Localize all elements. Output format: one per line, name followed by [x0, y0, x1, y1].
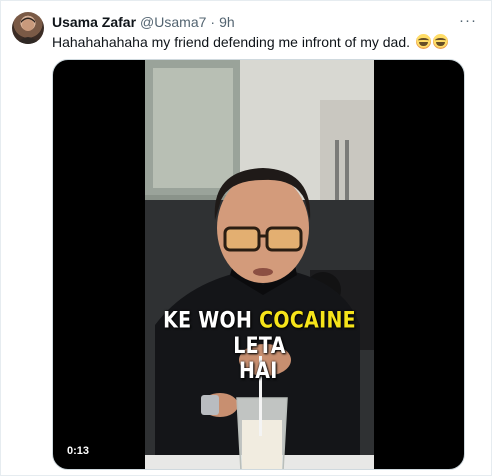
tweet-text: Hahahahahaha my friend defending me infr… — [52, 33, 479, 51]
caption-line-2: HAI — [239, 358, 278, 384]
handle[interactable]: @Usama7 — [140, 14, 206, 30]
separator: · — [210, 14, 216, 30]
tweet-card[interactable]: Usama Zafar @Usama7 · 9h ··· Hahahahahah… — [0, 0, 492, 476]
video-frame: KE WOH COCAINE LETA HAI — [145, 60, 374, 469]
display-name[interactable]: Usama Zafar — [52, 14, 136, 30]
caption-text-part2: LETA — [233, 333, 286, 359]
video-timecode: 0:13 — [63, 444, 94, 458]
video-player[interactable]: KE WOH COCAINE LETA HAI 0:13 — [52, 59, 465, 470]
avatar-person-icon — [17, 17, 39, 44]
avatar[interactable] — [12, 12, 44, 44]
caption-highlight-word: COCAINE — [259, 308, 356, 334]
tweet-body: Hahahahahaha my friend defending me infr… — [52, 34, 411, 50]
caption-text-part1: KE WOH — [163, 308, 260, 334]
tweet-header: Usama Zafar @Usama7 · 9h — [52, 13, 451, 31]
video-caption: KE WOH COCAINE LETA HAI — [145, 308, 374, 384]
timestamp[interactable]: 9h — [219, 14, 235, 30]
laughing-tears-emoji-icon — [432, 34, 448, 49]
more-options-icon[interactable]: ··· — [455, 9, 481, 31]
laughing-tears-emoji-icon — [415, 34, 431, 49]
video-still-image — [145, 60, 374, 469]
